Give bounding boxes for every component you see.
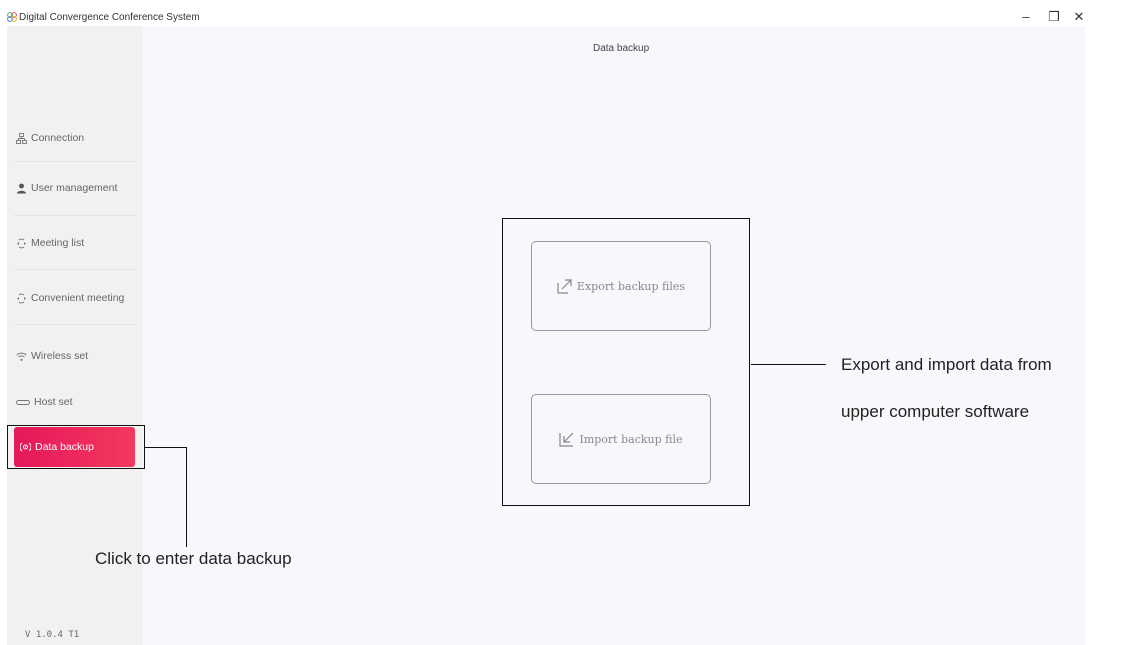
sidebar-item-label: Wireless set — [31, 350, 89, 362]
page-title: Data backup — [593, 43, 650, 54]
minimize-button[interactable]: – — [1014, 6, 1038, 28]
host-icon — [16, 399, 30, 405]
sidebar-item-host-set[interactable]: Host set — [16, 392, 73, 412]
sidebar-item-wireless-set[interactable]: Wireless set — [16, 346, 88, 366]
sidebar-item-connection[interactable]: Connection — [16, 128, 84, 148]
callout-line — [186, 447, 188, 547]
sidebar-item-label: Convenient meeting — [31, 292, 125, 304]
window-title: Digital Convergence Conference System — [19, 12, 200, 23]
user-icon — [17, 183, 26, 193]
callout-line — [751, 364, 826, 366]
divider — [14, 215, 136, 216]
sidebar-item-convenient-meeting[interactable]: Convenient meeting — [16, 288, 124, 308]
annotation-text: upper computer software — [841, 402, 1030, 421]
annotation-text: Export and import data from — [841, 355, 1052, 374]
title-bar: Digital Convergence Conference System – … — [0, 0, 1122, 26]
import-backup-button[interactable]: Import backup file — [531, 394, 711, 484]
sidebar-item-label: Connection — [31, 132, 85, 144]
sidebar-item-label: Host set — [34, 396, 73, 408]
import-icon — [559, 432, 574, 447]
version-label: V 1.0.4 T1 — [25, 630, 80, 640]
sidebar-item-user-management[interactable]: User management — [16, 178, 117, 198]
export-backup-button[interactable]: Export backup files — [531, 241, 711, 331]
export-button-label: Export backup files — [576, 279, 686, 293]
import-button-label: Import backup file — [579, 432, 683, 446]
meeting-icon — [17, 238, 26, 248]
wifi-icon — [16, 352, 27, 361]
callout-line — [145, 447, 186, 449]
annotation-text: Click to enter data backup — [95, 549, 292, 568]
maximize-button[interactable]: ❐ — [1042, 6, 1066, 28]
sidebar-item-meeting-list[interactable]: Meeting list — [16, 233, 84, 253]
sidebar-item-label: Meeting list — [31, 237, 85, 249]
highlight-box — [7, 425, 145, 469]
network-icon — [16, 132, 27, 144]
close-button[interactable]: ✕ — [1067, 6, 1091, 28]
divider — [14, 324, 136, 325]
sidebar-item-label: User management — [31, 182, 118, 194]
divider — [14, 269, 136, 270]
app-logo-icon — [7, 12, 17, 22]
meeting-icon — [17, 293, 26, 303]
export-icon — [557, 279, 572, 294]
divider — [14, 161, 136, 162]
